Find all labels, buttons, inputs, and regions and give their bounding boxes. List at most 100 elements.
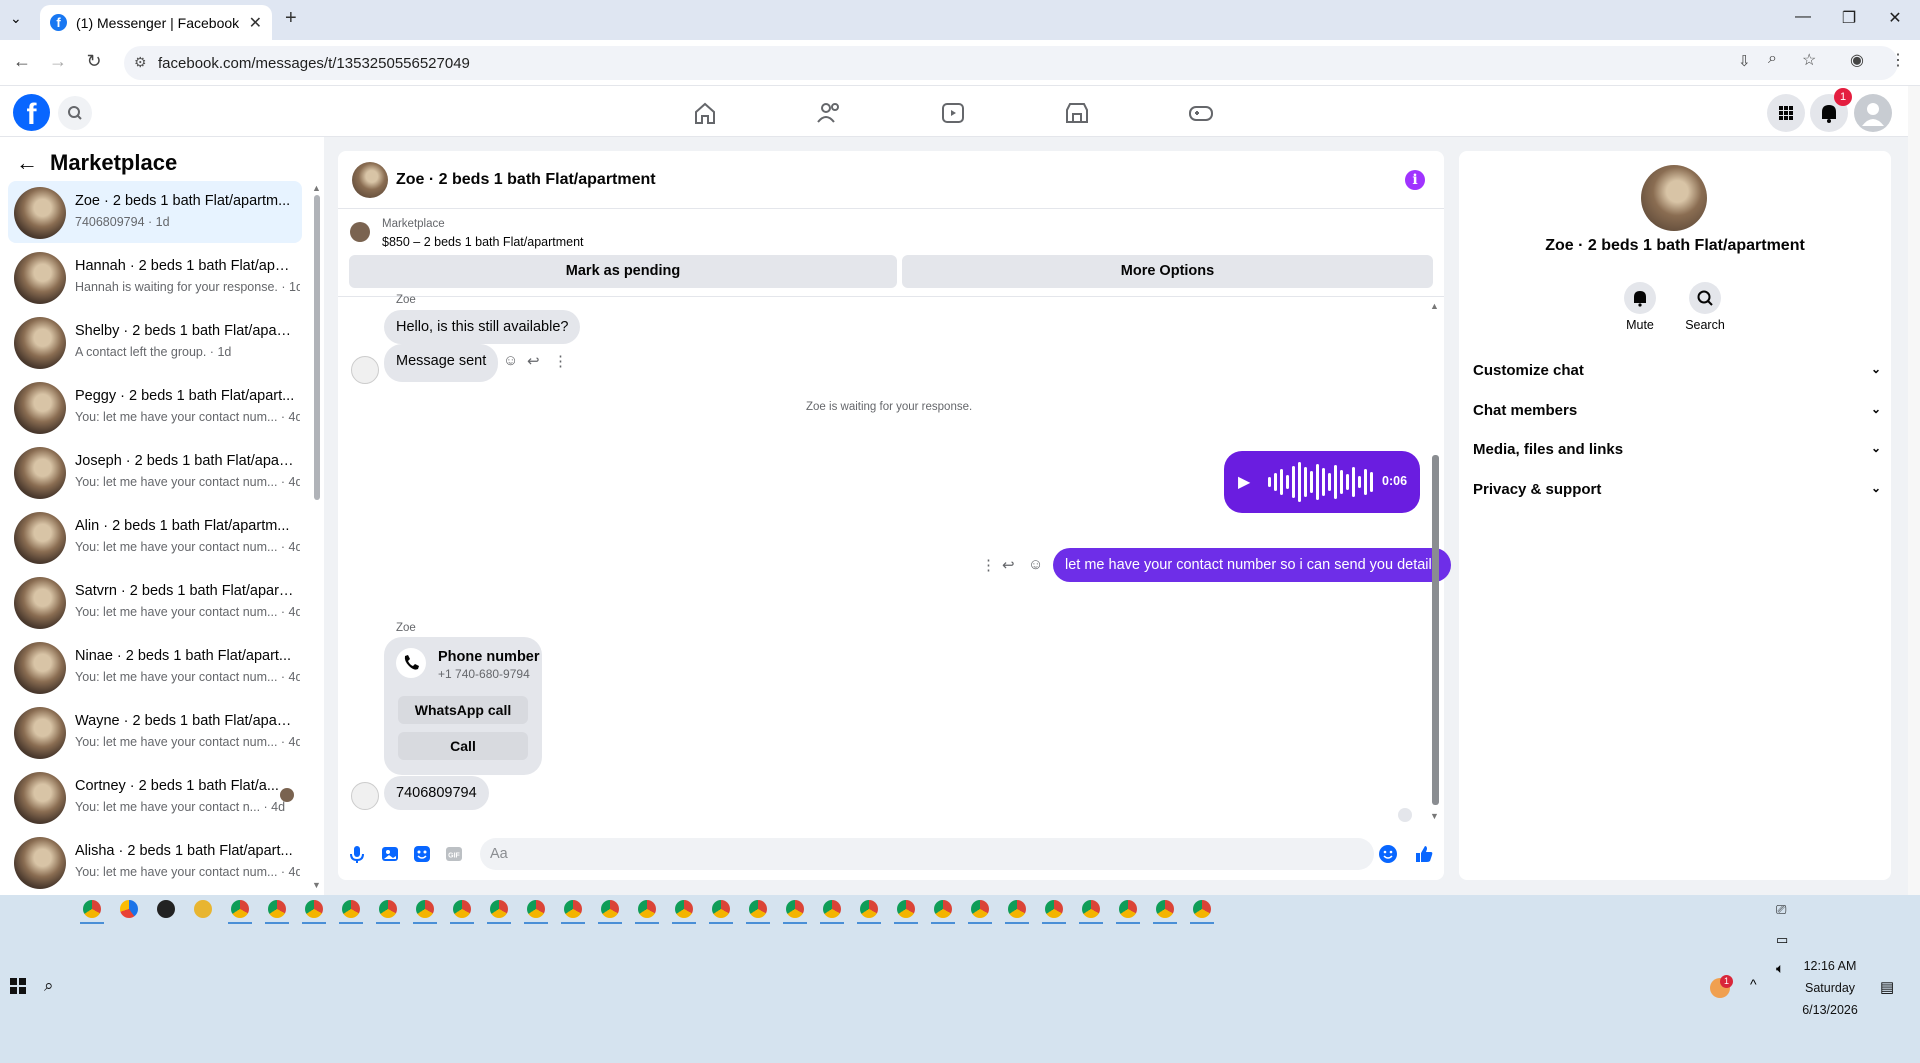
taskbar-app-icon[interactable] (712, 900, 730, 918)
friends-icon[interactable] (814, 98, 844, 128)
taskbar-app-icon[interactable] (564, 900, 582, 918)
sidebar-scrollbar[interactable] (314, 195, 320, 500)
taskbar-app-icon[interactable] (1045, 900, 1063, 918)
new-tab-icon[interactable]: + (285, 7, 297, 30)
taskbar-app-icon[interactable] (1008, 900, 1026, 918)
install-app-icon[interactable]: ⇩ (1738, 52, 1751, 70)
conversation-item[interactable]: Peggy · 2 beds 1 bath Flat/apart... You: … (8, 376, 302, 438)
chat-avatar[interactable] (352, 162, 388, 198)
tab-list-chevron-icon[interactable]: ⌄ (10, 10, 22, 27)
bookmark-star-icon[interactable]: ☆ (1802, 50, 1816, 70)
details-section[interactable]: Customize chat ⌄ (1473, 362, 1881, 379)
taskbar-app-icon[interactable] (1082, 900, 1100, 918)
menu-button[interactable] (1767, 94, 1805, 132)
details-section[interactable]: Privacy & support ⌄ (1473, 481, 1881, 498)
gif-icon[interactable]: GIF (444, 844, 464, 864)
taskbar-app-icon[interactable] (971, 900, 989, 918)
home-icon[interactable] (690, 98, 720, 128)
scroll-up-icon[interactable]: ▲ (312, 183, 321, 193)
taskbar-search-icon[interactable]: ⌕ (44, 976, 54, 996)
taskbar-app-icon[interactable] (194, 900, 212, 918)
incoming-message[interactable]: Hello, is this still available? (384, 310, 581, 344)
taskbar-app-icon[interactable] (1193, 900, 1211, 918)
system-clock[interactable]: 12:16 AM Saturday 6/13/2026 (1790, 955, 1870, 1021)
browser-tab[interactable]: f (1) Messenger | Facebook ✕ (40, 5, 272, 40)
windows-start-icon[interactable] (10, 978, 26, 994)
conversation-item[interactable]: Satvrn · 2 beds 1 bath Flat/apart... You:… (8, 571, 302, 633)
display-icon[interactable]: ▭ (1776, 932, 1788, 948)
conversation-item[interactable]: Cortney · 2 beds 1 bath Flat/a... You: le… (8, 766, 302, 828)
taskbar-app-icon[interactable] (268, 900, 286, 918)
taskbar-app-icon[interactable] (786, 900, 804, 918)
facebook-logo-icon[interactable]: f (13, 94, 50, 131)
sender-avatar[interactable] (351, 782, 379, 810)
back-arrow-icon[interactable]: ← (16, 150, 38, 176)
video-icon[interactable] (938, 98, 968, 128)
taskbar-app-icon[interactable] (823, 900, 841, 918)
react-icon[interactable]: ☺ (503, 352, 518, 369)
listing-title[interactable]: $850 – 2 beds 1 bath Flat/apartment (382, 235, 584, 249)
notification-center-icon[interactable]: ▤ (1880, 978, 1894, 996)
back-icon[interactable]: ← (10, 51, 34, 72)
emoji-icon[interactable] (1378, 844, 1398, 864)
taskbar-app-icon[interactable] (342, 900, 360, 918)
conversation-item[interactable]: Zoe · 2 beds 1 bath Flat/apartm... 740680… (8, 181, 302, 243)
incoming-message[interactable]: 7406809794 (384, 776, 489, 810)
chat-scrollbar[interactable] (1432, 455, 1439, 805)
scroll-down-icon[interactable]: ▼ (1430, 811, 1439, 821)
contact-avatar[interactable] (1641, 165, 1707, 231)
message-sent-bubble[interactable]: Message sent (384, 344, 499, 382)
conversation-item[interactable]: Hannah · 2 beds 1 bath Flat/apa... Hannah… (8, 246, 302, 308)
taskbar-app-icon[interactable] (1119, 900, 1137, 918)
chat-title[interactable]: Zoe · 2 beds 1 bath Flat/apartment (396, 171, 656, 189)
browser-menu-icon[interactable]: ⋮ (1890, 50, 1906, 70)
taskbar-app-icon[interactable] (638, 900, 656, 918)
facebook-search-button[interactable] (58, 96, 92, 130)
play-icon[interactable]: ▶ (1238, 472, 1250, 492)
reply-icon[interactable]: ↩ (527, 352, 540, 370)
message-input[interactable]: Aa (480, 838, 1374, 870)
taskbar-app-icon[interactable] (601, 900, 619, 918)
close-window-icon[interactable]: ✕ (1872, 8, 1918, 32)
conversation-item[interactable]: Joseph · 2 beds 1 bath Flat/apar... You: … (8, 441, 302, 503)
call-button[interactable]: Call (398, 732, 528, 760)
taskbar-app-icon[interactable] (453, 900, 471, 918)
scroll-up-icon[interactable]: ▲ (1430, 301, 1439, 311)
taskbar-app-icon[interactable] (305, 900, 323, 918)
sender-avatar[interactable] (351, 356, 379, 384)
taskbar-app-icon[interactable] (860, 900, 878, 918)
forward-icon[interactable]: → (46, 51, 70, 72)
reload-icon[interactable]: ↻ (82, 51, 106, 72)
mark-as-pending-button[interactable]: Mark as pending (349, 255, 897, 288)
more-actions-icon[interactable]: ⋮ (981, 556, 996, 574)
url-field[interactable]: facebook.com/messages/t/1353250556527049 (124, 46, 1898, 80)
site-info-icon[interactable]: ⚙ (134, 54, 147, 71)
taskbar-app-icon[interactable] (527, 900, 545, 918)
conversation-item[interactable]: Ninae · 2 beds 1 bath Flat/apart... You: … (8, 636, 302, 698)
conversation-item[interactable]: Shelby · 2 beds 1 bath Flat/apart... A co… (8, 311, 302, 373)
zoom-icon[interactable]: ⌕ (1768, 50, 1777, 68)
taskbar-app-icon[interactable] (897, 900, 915, 918)
conversation-item[interactable]: Wayne · 2 beds 1 bath Flat/apart... You: … (8, 701, 302, 763)
scroll-down-icon[interactable]: ▼ (312, 880, 321, 890)
gaming-icon[interactable] (1186, 98, 1216, 128)
page-scrollbar[interactable] (1908, 86, 1920, 895)
meet-now-icon[interactable]: ⎚ (1776, 902, 1786, 918)
account-avatar[interactable] (1854, 94, 1892, 132)
microphone-icon[interactable] (347, 844, 367, 864)
thumbs-up-icon[interactable] (1414, 844, 1434, 864)
more-options-button[interactable]: More Options (902, 255, 1433, 288)
taskbar-app-icon[interactable] (416, 900, 434, 918)
conversation-item[interactable]: Alisha · 2 beds 1 bath Flat/apart... You:… (8, 831, 302, 893)
taskbar-app-icon[interactable] (157, 900, 175, 918)
minimize-icon[interactable]: — (1780, 8, 1826, 32)
profile-icon[interactable]: ◉ (1850, 50, 1864, 70)
volume-icon[interactable]: 🔈︎ (1776, 960, 1784, 977)
taskbar-app-icon[interactable] (749, 900, 767, 918)
details-section[interactable]: Media, files and links ⌄ (1473, 441, 1881, 458)
marketplace-icon[interactable] (1062, 98, 1092, 128)
outgoing-message[interactable]: let me have your contact number so i can… (1053, 548, 1451, 582)
taskbar-app-icon[interactable] (1156, 900, 1174, 918)
details-section[interactable]: Chat members ⌄ (1473, 402, 1881, 419)
taskbar-app-icon[interactable] (231, 900, 249, 918)
